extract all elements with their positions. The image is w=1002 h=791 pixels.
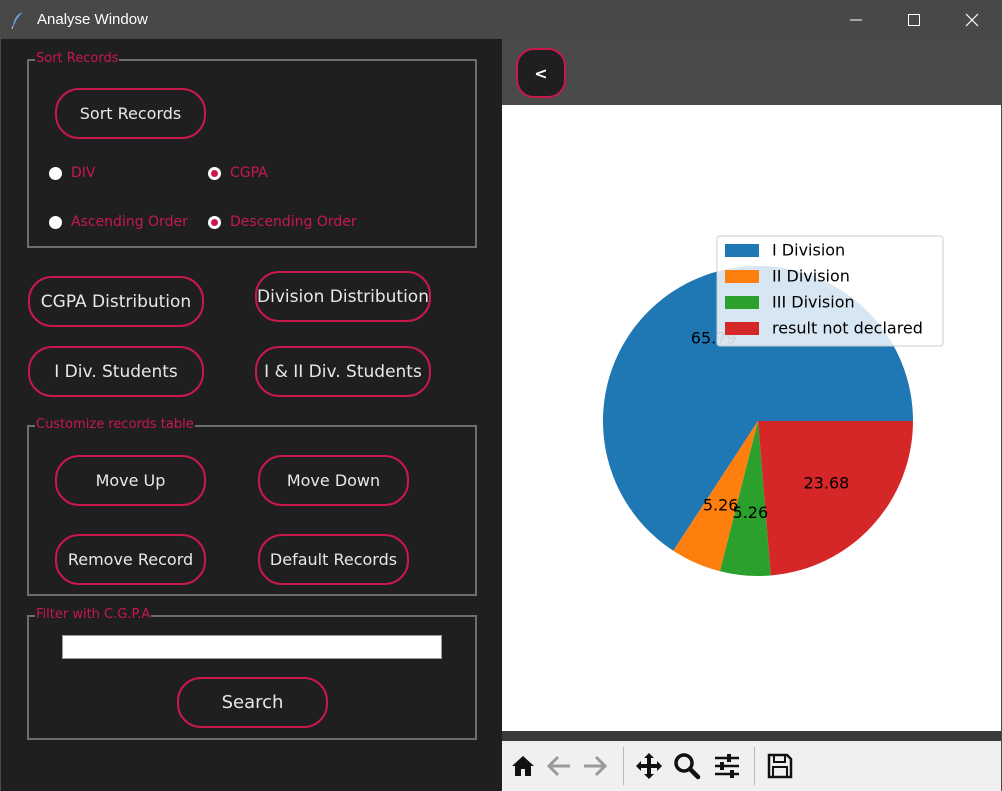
sort-records-legend: Sort Records bbox=[35, 51, 120, 66]
home-icon bbox=[512, 756, 534, 776]
customize-records-legend: Customize records table bbox=[35, 417, 195, 432]
home-button[interactable] bbox=[506, 749, 540, 783]
zoom-icon bbox=[674, 753, 701, 780]
matplotlib-toolbar bbox=[502, 741, 1001, 791]
plot-top-bar: < bbox=[502, 39, 1001, 105]
legend-swatch bbox=[725, 244, 759, 257]
filter-cgpa-legend: Filter with C.G.P.A bbox=[35, 607, 152, 622]
feather-icon bbox=[11, 11, 25, 30]
control-panel: Sort Records Sort Records DIV CGPA Ascen… bbox=[1, 39, 501, 791]
window-title: Analyse Window bbox=[37, 11, 148, 28]
pie-slice-result-not-declared bbox=[758, 421, 913, 576]
zoom-button[interactable] bbox=[670, 749, 704, 783]
radio-cgpa-label: CGPA bbox=[230, 165, 268, 181]
pie-data-label: 5.26 bbox=[733, 503, 769, 522]
back-button[interactable]: < bbox=[516, 48, 566, 98]
default-records-button[interactable]: Default Records bbox=[258, 534, 409, 585]
maximize-icon bbox=[908, 14, 920, 26]
radio-div-label: DIV bbox=[71, 165, 96, 181]
radio-div-indicator[interactable] bbox=[49, 166, 62, 180]
remove-record-button[interactable]: Remove Record bbox=[55, 534, 206, 585]
toolbar-separator bbox=[754, 747, 755, 785]
radio-descending[interactable]: Descending Order bbox=[208, 214, 357, 230]
sort-records-button[interactable]: Sort Records bbox=[55, 88, 206, 139]
close-icon bbox=[965, 13, 979, 27]
division-distribution-button[interactable]: Division Distribution bbox=[255, 271, 431, 322]
radio-div[interactable]: DIV bbox=[49, 165, 96, 181]
title-bar: Analyse Window bbox=[1, 1, 1001, 39]
legend-swatch bbox=[725, 322, 759, 335]
legend-label: III Division bbox=[772, 293, 855, 312]
legend-swatch bbox=[725, 296, 759, 309]
analyse-window: Analyse Window Sort Records Sort Records… bbox=[0, 0, 1002, 791]
forward-view-button[interactable] bbox=[578, 749, 612, 783]
forward-arrow-icon bbox=[584, 755, 608, 777]
close-button[interactable] bbox=[943, 1, 1001, 39]
radio-descending-label: Descending Order bbox=[230, 214, 357, 230]
plot-panel: < 65.79 5.26 5.26 23.68 I Division II Divisi… bbox=[502, 39, 1001, 791]
radio-cgpa[interactable]: CGPA bbox=[208, 165, 268, 181]
pie-data-label: 23.68 bbox=[804, 473, 850, 492]
legend-label: II Division bbox=[772, 267, 850, 286]
pan-icon bbox=[636, 753, 662, 779]
radio-ascending-indicator[interactable] bbox=[49, 215, 62, 229]
radio-ascending[interactable]: Ascending Order bbox=[49, 214, 188, 230]
configure-subplots-icon bbox=[715, 754, 739, 778]
legend-swatch bbox=[725, 270, 759, 283]
toolbar-separator bbox=[623, 747, 624, 785]
radio-ascending-label: Ascending Order bbox=[71, 214, 188, 230]
legend-label: result not declared bbox=[772, 319, 923, 338]
back-view-button[interactable] bbox=[542, 749, 576, 783]
radio-descending-indicator[interactable] bbox=[208, 215, 221, 229]
configure-subplots-button[interactable] bbox=[710, 749, 744, 783]
move-down-button[interactable]: Move Down bbox=[258, 455, 409, 506]
plot-canvas: 65.79 5.26 5.26 23.68 I Division II Division… bbox=[502, 105, 1001, 731]
first-div-students-button[interactable]: I Div. Students bbox=[28, 346, 204, 397]
maximize-button[interactable] bbox=[885, 1, 943, 39]
cgpa-distribution-button[interactable]: CGPA Distribution bbox=[28, 276, 204, 327]
minimize-button[interactable] bbox=[827, 1, 885, 39]
radio-cgpa-indicator[interactable] bbox=[208, 166, 221, 180]
move-up-button[interactable]: Move Up bbox=[55, 455, 206, 506]
back-arrow-icon bbox=[546, 755, 570, 777]
legend-label: I Division bbox=[772, 241, 845, 260]
save-icon bbox=[767, 753, 793, 779]
pan-button[interactable] bbox=[632, 749, 666, 783]
pie-chart: 65.795.265.2623.68 I DivisionII Division… bbox=[603, 235, 944, 576]
first-second-div-students-button[interactable]: I & II Div. Students bbox=[255, 346, 431, 397]
save-button[interactable] bbox=[763, 749, 797, 783]
search-button[interactable]: Search bbox=[177, 677, 328, 728]
cgpa-filter-input[interactable] bbox=[62, 635, 442, 659]
minimize-icon bbox=[850, 19, 862, 21]
